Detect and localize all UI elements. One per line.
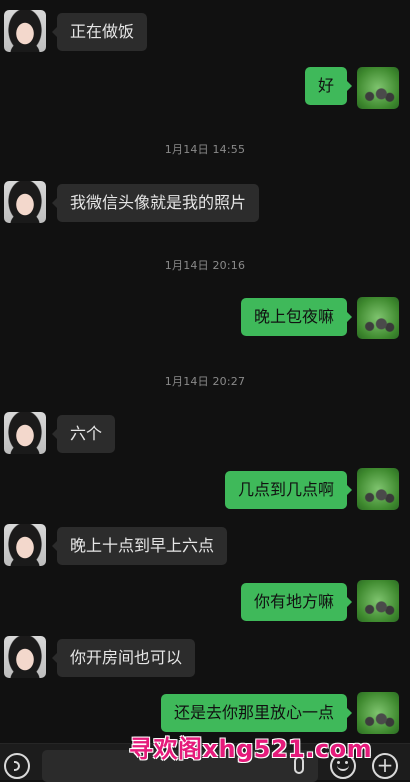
my-avatar[interactable] xyxy=(357,297,399,339)
contact-avatar[interactable] xyxy=(4,181,46,223)
chat-area[interactable]: 正在做饭 好 1月14日 14:55 我微信头像就是我的照片 1月14日 20:… xyxy=(0,0,410,743)
my-avatar[interactable] xyxy=(357,692,399,734)
my-avatar[interactable] xyxy=(357,468,399,510)
timestamp: 1月14日 20:27 xyxy=(164,375,246,388)
message-bubble-incoming[interactable]: 晚上十点到早上六点 xyxy=(51,527,228,565)
contact-avatar[interactable] xyxy=(4,10,46,52)
my-avatar[interactable] xyxy=(357,67,399,109)
contact-avatar[interactable] xyxy=(4,524,46,566)
timestamp: 1月14日 14:55 xyxy=(164,143,246,156)
message-bubble-incoming[interactable]: 我微信头像就是我的照片 xyxy=(51,184,260,222)
voice-icon[interactable] xyxy=(4,753,30,779)
plus-icon[interactable]: + xyxy=(372,753,398,779)
message-bubble-incoming[interactable]: 正在做饭 xyxy=(51,13,148,51)
message-bubble-outgoing[interactable]: 好 xyxy=(304,67,353,105)
message-bubble-outgoing[interactable]: 还是去你那里放心一点 xyxy=(160,694,353,732)
message-bubble-incoming[interactable]: 六个 xyxy=(51,415,116,453)
message-bubble-outgoing[interactable]: 几点到几点啊 xyxy=(224,471,353,509)
contact-avatar[interactable] xyxy=(4,412,46,454)
message-bubble-outgoing[interactable]: 晚上包夜嘛 xyxy=(240,298,353,336)
message-bubble-incoming[interactable]: 你开房间也可以 xyxy=(51,639,196,677)
my-avatar[interactable] xyxy=(357,580,399,622)
timestamp: 1月14日 20:16 xyxy=(164,259,246,272)
message-bubble-outgoing[interactable]: 你有地方嘛 xyxy=(240,583,353,621)
contact-avatar[interactable] xyxy=(4,636,46,678)
watermark: 寻欢阁xhg521.com xyxy=(129,735,373,763)
